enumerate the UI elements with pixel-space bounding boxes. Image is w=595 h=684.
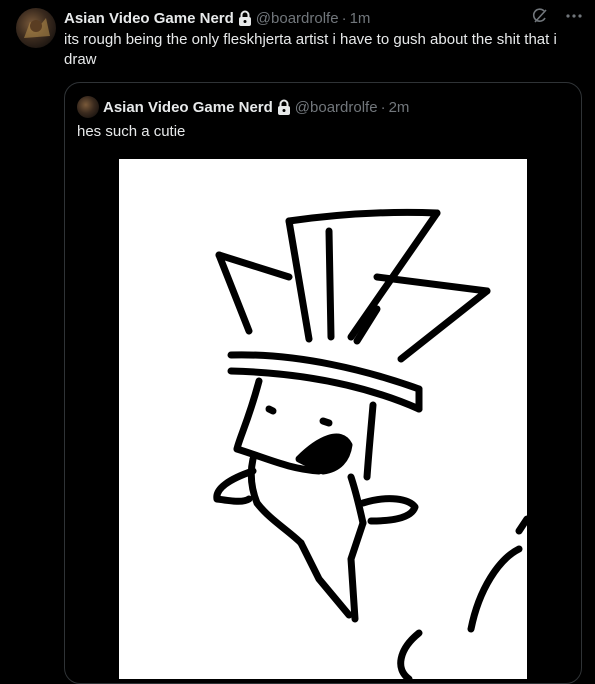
quoted-avatar xyxy=(77,96,99,118)
more-icon[interactable] xyxy=(565,7,583,29)
quoted-tweet[interactable]: Asian Video Game Nerd @boardrolfe · 2m h… xyxy=(64,82,582,684)
lock-icon xyxy=(238,10,252,26)
quoted-tweet-image[interactable] xyxy=(119,159,531,683)
quoted-author-handle: @boardrolfe xyxy=(294,98,378,116)
avatar[interactable] xyxy=(16,8,56,48)
grok-icon[interactable] xyxy=(531,7,549,29)
separator-dot: · xyxy=(341,9,347,27)
author-name[interactable]: Asian Video Game Nerd xyxy=(64,10,234,27)
tweet-header: Asian Video Game Nerd @boardrolfe · 1m xyxy=(64,8,583,28)
quoted-tweet-text: hes such a cutie xyxy=(77,123,186,140)
timestamp[interactable]: 1m xyxy=(350,10,371,27)
tweet-text: its rough being the only fleskhjerta art… xyxy=(64,31,557,68)
quoted-tweet-header: Asian Video Game Nerd @boardrolfe · 2m xyxy=(77,96,569,118)
quoted-author-name: Asian Video Game Nerd xyxy=(103,98,273,116)
quoted-timestamp: 2m xyxy=(388,98,410,116)
lock-icon xyxy=(277,99,291,115)
author-handle[interactable]: @boardrolfe xyxy=(256,10,339,27)
separator-dot: · xyxy=(380,98,386,116)
